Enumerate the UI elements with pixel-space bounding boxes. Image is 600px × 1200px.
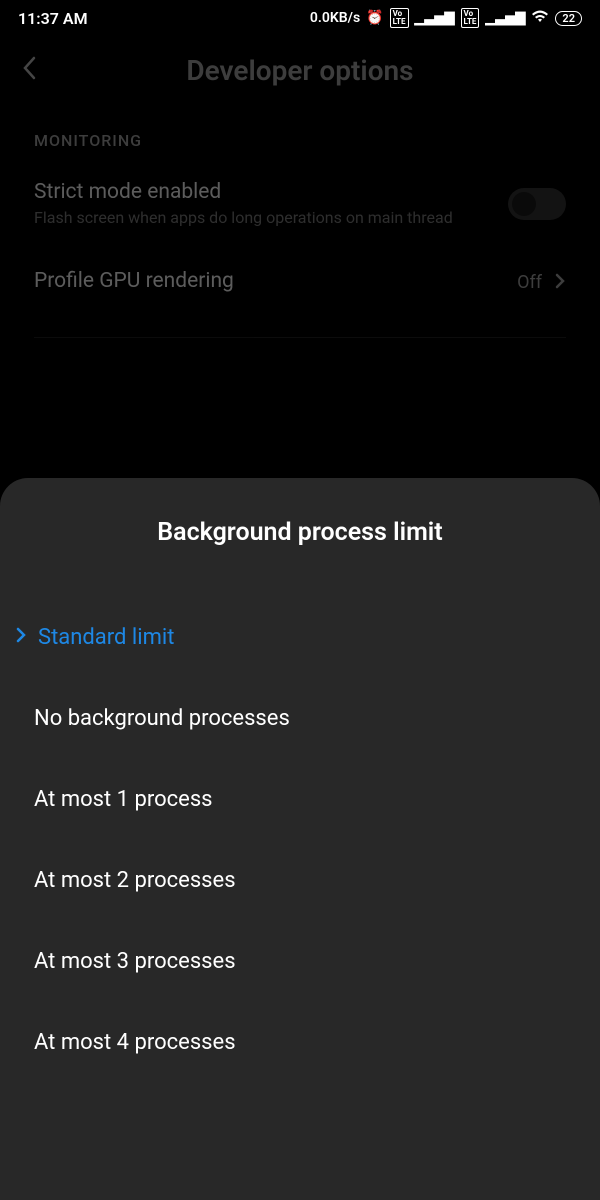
setting-strict-mode[interactable]: Strict mode enabled Flash screen when ap… <box>0 160 600 249</box>
option-label: At most 1 process <box>34 787 213 812</box>
battery-icon: 22 <box>555 11 582 26</box>
option-at-most-1[interactable]: At most 1 process <box>0 759 600 840</box>
option-at-most-4[interactable]: At most 4 processes <box>0 1002 600 1083</box>
page-title: Developer options <box>20 54 580 87</box>
status-bar: 11:37 AM 0.0KB/s ⏰ VoLTE ▁▃▅▇ VoLTE ▁▃▅▇… <box>0 0 600 36</box>
option-no-background[interactable]: No background processes <box>0 678 600 759</box>
option-label: No background processes <box>34 706 290 731</box>
option-at-most-3[interactable]: At most 3 processes <box>0 921 600 1002</box>
status-time: 11:37 AM <box>18 9 88 28</box>
strict-mode-title: Strict mode enabled <box>34 180 508 204</box>
option-label: At most 2 processes <box>34 868 236 893</box>
bottom-sheet: Background process limit Standard limit … <box>0 478 600 1200</box>
data-rate: 0.0KB/s <box>310 10 360 26</box>
divider <box>34 337 566 338</box>
gpu-rendering-title: Profile GPU rendering <box>34 269 517 293</box>
option-standard-limit[interactable]: Standard limit <box>0 597 600 678</box>
sheet-title: Background process limit <box>0 518 600 547</box>
option-label: At most 3 processes <box>34 949 236 974</box>
option-at-most-2[interactable]: At most 2 processes <box>0 840 600 921</box>
section-monitoring: MONITORING <box>0 111 600 160</box>
option-label: Standard limit <box>38 625 174 650</box>
strict-mode-toggle[interactable] <box>508 188 566 220</box>
back-button[interactable] <box>20 54 40 87</box>
wifi-icon <box>531 9 549 27</box>
volte-icon-2: VoLTE <box>461 8 480 28</box>
setting-gpu-rendering[interactable]: Profile GPU rendering Off <box>0 249 600 317</box>
signal-icon-2: ▁▃▅▇ <box>485 11 525 26</box>
option-label: At most 4 processes <box>34 1030 236 1055</box>
check-icon <box>14 625 28 650</box>
volte-icon-1: VoLTE <box>390 8 409 28</box>
gpu-rendering-value: Off <box>517 272 542 293</box>
background-content: Developer options MONITORING Strict mode… <box>0 36 600 338</box>
status-right: 0.0KB/s ⏰ VoLTE ▁▃▅▇ VoLTE ▁▃▅▇ 22 <box>310 8 582 28</box>
signal-icon-1: ▁▃▅▇ <box>415 11 455 26</box>
page-header: Developer options <box>0 36 600 111</box>
chevron-right-icon <box>554 271 566 295</box>
alarm-icon: ⏰ <box>366 10 383 26</box>
strict-mode-desc: Flash screen when apps do long operation… <box>34 208 508 229</box>
